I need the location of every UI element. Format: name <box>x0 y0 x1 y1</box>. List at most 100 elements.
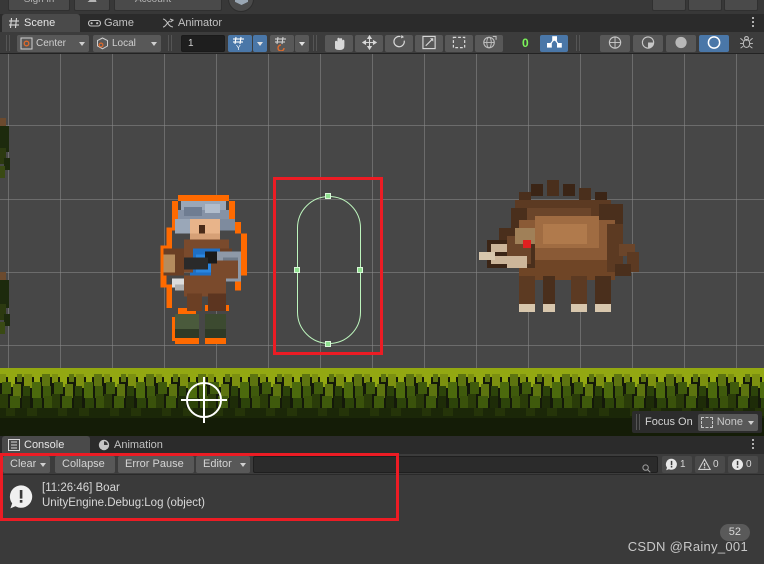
fx-icon[interactable] <box>699 35 729 52</box>
scale-tool-icon[interactable] <box>415 35 443 52</box>
edge-plant-top <box>0 118 16 178</box>
toolbar-separator <box>576 35 580 51</box>
layout-button-3[interactable] <box>724 0 758 11</box>
kebab-menu-icon[interactable] <box>748 17 758 29</box>
chevron-down-icon <box>257 42 263 46</box>
move-gizmo[interactable] <box>181 377 227 423</box>
animator-icon <box>162 17 175 29</box>
gizmos-icon[interactable] <box>732 35 760 52</box>
move-tool-icon[interactable] <box>355 34 383 52</box>
search-icon <box>642 460 651 473</box>
toolbar-separator <box>168 35 172 51</box>
capsule-handle-top[interactable] <box>325 193 331 199</box>
scene-view-canvas[interactable]: Focus On None <box>0 54 764 436</box>
hand-tool-icon[interactable] <box>325 35 353 52</box>
log-message-icon <box>8 484 34 510</box>
focus-on-label: Focus On <box>645 416 693 428</box>
grid-snap-dropdown[interactable] <box>253 35 267 52</box>
rect-tool-icon[interactable] <box>445 35 473 52</box>
console-search-input[interactable] <box>253 456 658 473</box>
tab-scene[interactable]: Scene <box>2 14 80 32</box>
pivot-mode-dropdown[interactable]: Center <box>17 35 89 52</box>
grid-size-input[interactable]: 1 <box>181 35 225 52</box>
tab-console-label: Console <box>24 439 65 451</box>
svg-text:Y: Y <box>236 45 241 51</box>
warning-count-value: 0 <box>713 459 719 470</box>
tab-console[interactable]: Console <box>2 436 90 454</box>
cloud-button[interactable]: ☁ <box>74 0 110 11</box>
toolbar-separator <box>6 35 10 51</box>
chevron-down-icon <box>151 42 157 46</box>
tab-animation-label: Animation <box>114 439 163 451</box>
draw-mode-icon[interactable] <box>600 35 630 52</box>
gamepad-icon <box>87 17 102 29</box>
pivot-center-icon <box>20 37 33 50</box>
list-item[interactable]: [11:26:46] Boar UnityEngine.Debug:Log (o… <box>0 477 764 517</box>
unity-editor-window: Sign in ☁ Account Scene <box>0 0 764 564</box>
console-tab-strip: Console Animation <box>0 436 764 454</box>
chevron-down-icon <box>79 42 85 46</box>
snap-increment-icon[interactable] <box>270 35 294 52</box>
error-count[interactable]: 0 <box>728 456 758 473</box>
editor-dropdown[interactable]: Editor <box>196 456 250 473</box>
tab-animator[interactable]: Animator <box>156 14 244 32</box>
log-count[interactable]: 1 <box>662 456 692 473</box>
layout-button-2[interactable] <box>688 0 722 11</box>
chevron-down-icon <box>748 420 754 425</box>
kebab-menu-icon[interactable] <box>748 439 758 451</box>
layers-dropdown[interactable]: Account <box>114 0 222 11</box>
console-icon <box>8 439 20 451</box>
unity-collab-icon[interactable] <box>228 0 254 12</box>
capsule-collider-outline[interactable] <box>297 196 361 344</box>
custom-editor-tool-icon[interactable] <box>540 35 568 52</box>
tab-game-label: Game <box>104 17 134 29</box>
grid-snap-y-icon[interactable]: Y <box>228 35 252 52</box>
tab-scene-label: Scene <box>24 17 56 29</box>
focus-separator <box>636 414 641 430</box>
player-sprite[interactable] <box>148 186 274 344</box>
capsule-handle-bottom[interactable] <box>325 341 331 347</box>
console-toolbar: Clear Collapse Error Pause Editor 1 0 0 <box>0 454 764 475</box>
editor-dropdown-label: Editor <box>203 458 232 470</box>
error-icon <box>731 458 744 471</box>
scene-tab-strip: Scene Game Animator <box>0 14 764 32</box>
tab-animation[interactable]: Animation <box>92 436 188 454</box>
boar-sprite[interactable] <box>463 172 643 344</box>
chevron-down-icon <box>40 463 46 467</box>
collapse-toggle[interactable]: Collapse <box>55 456 115 473</box>
clear-dropdown-button[interactable] <box>36 456 50 473</box>
scene-grid-line <box>0 125 764 126</box>
rotate-tool-icon[interactable] <box>385 35 413 52</box>
capsule-handle-right[interactable] <box>357 267 363 273</box>
scene-view-toolbar: Center Local 1 Y 0 <box>0 32 764 54</box>
log-count-value: 1 <box>680 459 686 470</box>
edge-plant-bottom <box>0 272 16 334</box>
handle-space-dropdown[interactable]: Local <box>93 35 161 52</box>
top-right-buttons <box>652 0 758 11</box>
tab-game[interactable]: Game <box>82 14 154 32</box>
grid-icon <box>8 17 20 29</box>
warning-icon <box>697 458 712 471</box>
log-icon <box>665 458 678 471</box>
capsule-handle-left[interactable] <box>294 267 300 273</box>
error-pause-toggle[interactable]: Error Pause <box>118 456 194 473</box>
snap-increment-dropdown[interactable] <box>295 35 309 52</box>
transform-tool-icon[interactable] <box>475 35 503 52</box>
lighting-icon[interactable] <box>633 35 663 52</box>
log-entry-text: [11:26:46] Boar UnityEngine.Debug:Log (o… <box>42 481 205 511</box>
tab-animator-label: Animator <box>178 17 223 29</box>
unity-main-toolbar: Sign in ☁ Account <box>0 0 764 14</box>
watermark: CSDN @Rainy_001 <box>627 539 748 554</box>
account-button[interactable]: Sign in <box>8 0 70 11</box>
layout-button-1[interactable] <box>652 0 686 11</box>
toolbar-separator <box>313 35 317 51</box>
chevron-down-icon <box>240 463 246 467</box>
audio-icon[interactable] <box>666 35 696 52</box>
error-count-value: 0 <box>746 459 752 470</box>
clock-icon <box>98 439 110 451</box>
chevron-down-icon <box>299 42 305 46</box>
focus-object-field[interactable]: None <box>697 413 758 431</box>
focus-object-value: None <box>716 415 743 428</box>
handle-local-icon <box>96 37 109 50</box>
warning-count[interactable]: 0 <box>695 456 725 473</box>
